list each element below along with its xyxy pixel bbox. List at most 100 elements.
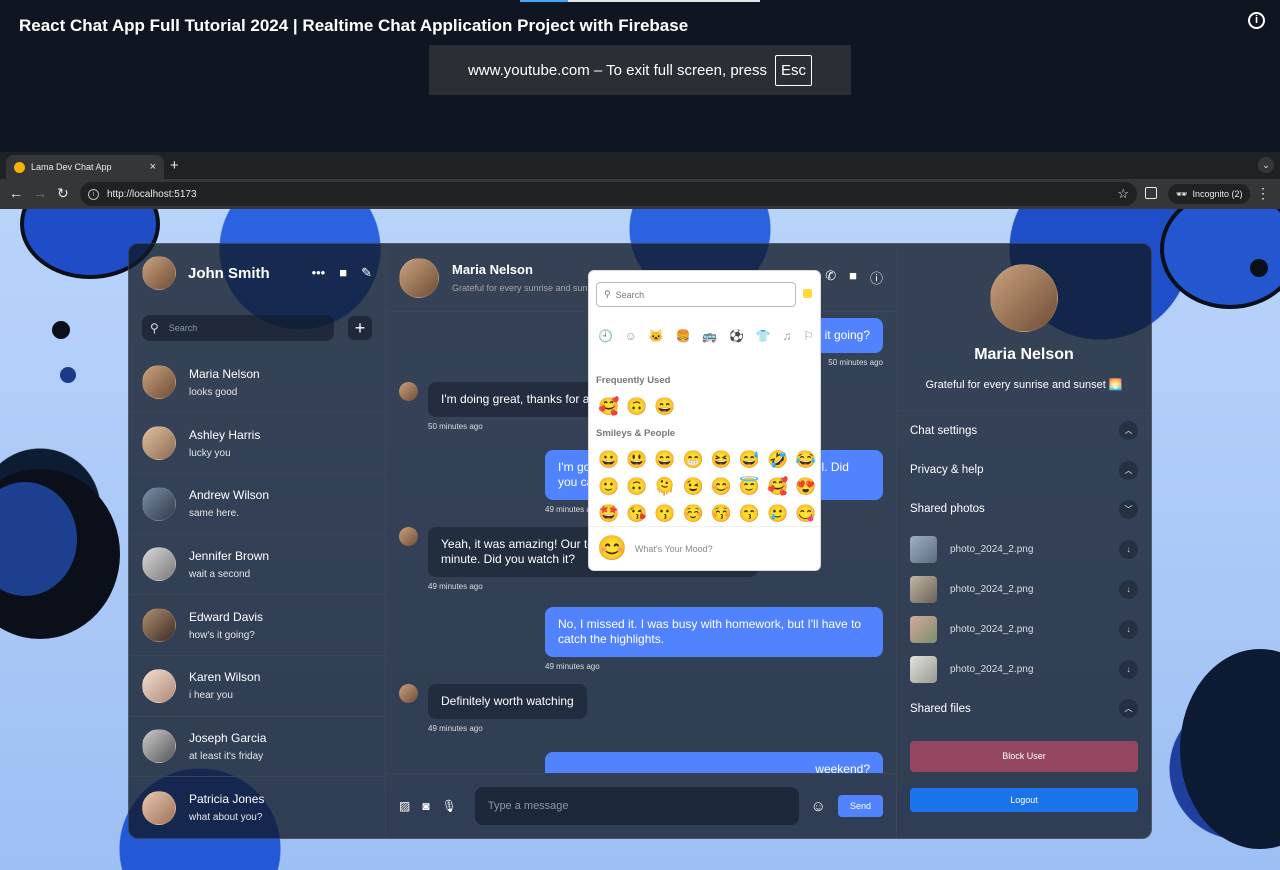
list-item[interactable]: Karen Wilson i hear you	[129, 656, 385, 717]
symbols-category-icon[interactable]: ♫	[782, 329, 791, 343]
send-button[interactable]: Send	[837, 795, 883, 817]
incognito-indicator[interactable]: 🕶 Incognito (2)	[1168, 184, 1251, 204]
url-text[interactable]: http://localhost:5173	[107, 189, 197, 200]
photo-thumbnail[interactable]	[910, 575, 937, 603]
food-category-icon[interactable]: 🍔	[676, 329, 691, 343]
skin-tone-selector[interactable]	[803, 289, 812, 298]
tab-title: Lama Dev Chat App	[31, 162, 112, 172]
phone-icon[interactable]: ✆	[825, 268, 836, 287]
emoji-item[interactable]: 🫠	[654, 477, 675, 497]
tab-search-icon[interactable]: ⌄	[1258, 157, 1274, 173]
info-icon[interactable]: ⓘ	[870, 268, 883, 287]
avatar[interactable]	[142, 256, 176, 291]
option-privacy[interactable]: Privacy & help ︿	[910, 450, 1138, 489]
photo-thumbnail[interactable]	[910, 535, 937, 563]
option-chat-settings[interactable]: Chat settings ︿	[910, 411, 1138, 450]
emoji-item[interactable]: 🤩	[598, 504, 619, 524]
browser-tab[interactable]: Lama Dev Chat App ×	[6, 155, 164, 179]
list-item[interactable]: Jennifer Brown wait a second	[129, 535, 385, 596]
chevron-down-icon[interactable]: ﹀	[1119, 499, 1138, 519]
forward-arrow-icon[interactable]: →	[33, 185, 47, 201]
emoji-item[interactable]: 😗	[654, 504, 675, 524]
block-user-button[interactable]: Block User	[910, 740, 1138, 772]
travel-category-icon[interactable]: 🚌	[702, 329, 717, 343]
camera-icon[interactable]: ◙	[422, 799, 429, 813]
list-item[interactable]: Joseph Garcia at least it's friday	[129, 717, 385, 778]
emoji-item[interactable]: 🙃	[626, 397, 647, 417]
browser-menu-icon[interactable]: ⋮	[1256, 185, 1270, 202]
emoji-item[interactable]: 😆	[711, 450, 732, 470]
emoji-item[interactable]: 🤣	[767, 450, 788, 470]
emoji-item[interactable]: 😊	[711, 477, 732, 497]
photo-thumbnail[interactable]	[910, 615, 937, 643]
activities-category-icon[interactable]: ⚽	[729, 329, 744, 343]
emoji-item[interactable]: 😋	[795, 504, 816, 524]
emoji-item[interactable]: 😙	[739, 504, 760, 524]
option-shared-files[interactable]: Shared files ︿	[910, 689, 1138, 728]
emoji-item[interactable]: 😇	[739, 477, 760, 497]
more-icon[interactable]: •••	[312, 265, 326, 281]
emoji-item[interactable]: 😚	[711, 504, 732, 524]
list-item[interactable]: Ashley Harris lucky you	[129, 413, 385, 474]
emoji-item[interactable]: 😃	[626, 450, 647, 470]
close-tab-icon[interactable]: ×	[150, 161, 156, 173]
emoji-item[interactable]: 🙂	[598, 477, 619, 497]
emoji-item[interactable]: 😉	[683, 477, 704, 497]
video-icon[interactable]: ■	[339, 265, 347, 281]
list-item[interactable]: Maria Nelson looks good	[129, 353, 385, 414]
emoji-item[interactable]: 😂	[795, 450, 816, 470]
download-icon[interactable]: ↓	[1119, 539, 1138, 559]
address-bar[interactable]: i http://localhost:5173 ☆	[80, 182, 1137, 206]
emoji-item[interactable]: 😄	[654, 397, 675, 417]
emoji-item[interactable]: 🥲	[767, 504, 788, 524]
list-item[interactable]: Patricia Jones what about you?	[129, 777, 385, 838]
new-tab-button[interactable]: +	[170, 157, 179, 174]
back-arrow-icon[interactable]: ←	[9, 185, 23, 201]
emoji-item[interactable]: 🥰	[598, 397, 619, 417]
chevron-up-icon[interactable]: ︿	[1119, 699, 1138, 719]
emoji-item[interactable]: 😄	[654, 450, 675, 470]
list-item[interactable]: Edward Davis how's it going?	[129, 595, 385, 656]
add-user-button[interactable]: +	[348, 315, 372, 340]
search-placeholder: Search	[168, 322, 198, 333]
download-icon[interactable]: ↓	[1119, 579, 1138, 599]
emoji-item[interactable]: 🥰	[767, 477, 788, 497]
emoji-item[interactable]: 🙃	[626, 477, 647, 497]
animals-category-icon[interactable]: 🐱	[649, 329, 664, 343]
emoji-item[interactable]: 😁	[683, 450, 704, 470]
photo-thumbnail[interactable]	[910, 655, 937, 683]
current-user-name: John Smith	[188, 264, 270, 282]
video-title[interactable]: React Chat App Full Tutorial 2024 | Real…	[19, 16, 688, 36]
side-panel-icon[interactable]	[1145, 187, 1157, 199]
emoji-item[interactable]: 😅	[739, 450, 760, 470]
recent-category-icon[interactable]: 🕘	[598, 329, 613, 343]
emoji-search-input[interactable]: ⚲ Search	[596, 282, 796, 307]
chevron-up-icon[interactable]: ︿	[1119, 460, 1138, 480]
avatar[interactable]	[399, 257, 439, 298]
site-info-icon[interactable]: i	[88, 188, 99, 200]
smileys-category-icon[interactable]: ☺	[625, 329, 637, 343]
objects-category-icon[interactable]: 👕	[756, 329, 771, 343]
logout-button[interactable]: Logout	[910, 787, 1138, 812]
mic-icon[interactable]: 🎙	[442, 799, 457, 813]
option-shared-photos[interactable]: Shared photos ﹀	[910, 490, 1138, 529]
emoji-item[interactable]: 😀	[598, 450, 619, 470]
image-icon[interactable]: ▨	[399, 799, 410, 813]
download-icon[interactable]: ↓	[1119, 659, 1138, 679]
bookmark-star-icon[interactable]: ☆	[1117, 186, 1129, 202]
emoji-item[interactable]: 😘	[626, 504, 647, 524]
emoji-item[interactable]: ☺️	[683, 504, 704, 524]
chevron-up-icon[interactable]: ︿	[1119, 421, 1138, 441]
video-call-icon[interactable]: ■	[849, 268, 857, 287]
list-item[interactable]: Andrew Wilson same here.	[129, 474, 385, 535]
reload-icon[interactable]: ↻	[57, 185, 69, 202]
search-input[interactable]: ⚲ Search	[142, 314, 334, 341]
download-icon[interactable]: ↓	[1119, 619, 1138, 639]
emoji-item[interactable]: 😍	[795, 477, 816, 497]
edit-icon[interactable]: ✎	[361, 265, 372, 281]
message-input[interactable]: Type a message	[474, 787, 799, 825]
info-icon[interactable]: i	[1248, 12, 1265, 29]
flags-category-icon[interactable]: ⚐	[803, 329, 814, 343]
emoji-icon[interactable]: ☺	[811, 798, 826, 815]
video-progress-bar[interactable]	[520, 0, 760, 2]
